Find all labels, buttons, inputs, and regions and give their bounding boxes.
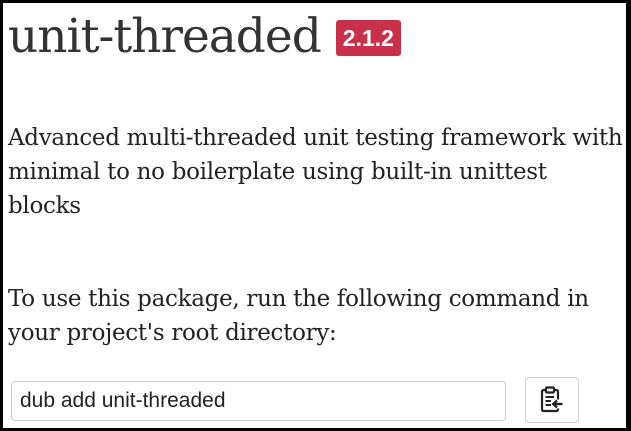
package-title: unit-threaded	[8, 9, 322, 64]
package-panel: unit-threaded 2.1.2 Advanced multi-threa…	[3, 3, 626, 428]
copy-command-button[interactable]	[525, 377, 579, 423]
install-command-field[interactable]	[11, 381, 506, 421]
clipboard-icon	[540, 386, 564, 414]
title-row: unit-threaded 2.1.2	[8, 7, 401, 67]
usage-instructions: To use this package, run the following c…	[8, 286, 589, 346]
version-badge: 2.1.2	[335, 20, 401, 56]
package-description: Advanced multi-threaded unit testing fra…	[8, 125, 623, 219]
